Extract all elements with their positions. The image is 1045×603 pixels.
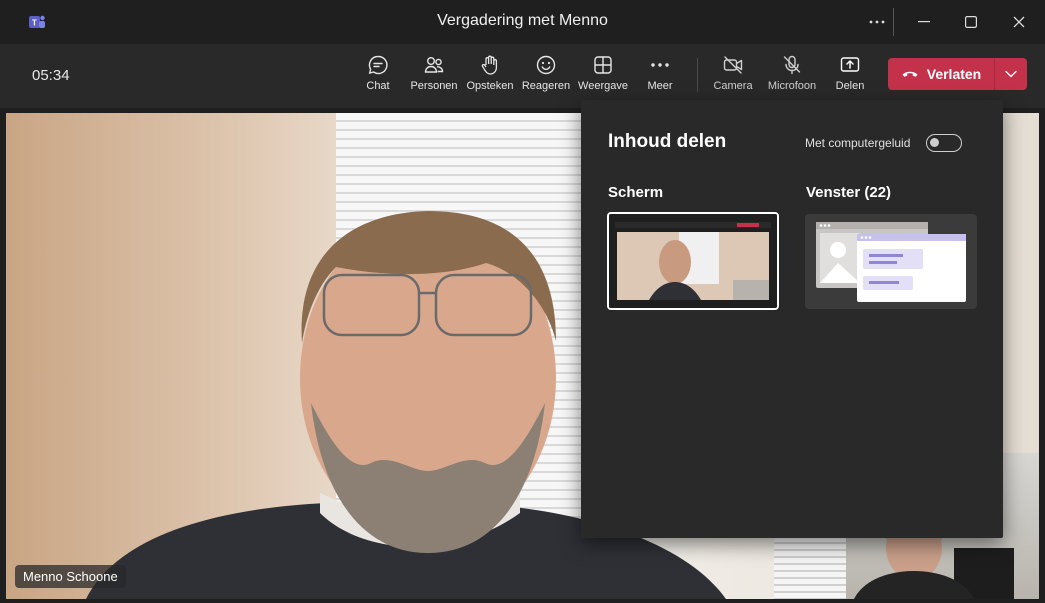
view-button[interactable]: Weergave [578, 54, 628, 104]
chat-icon [368, 55, 388, 75]
minimize-icon[interactable] [901, 0, 947, 44]
chevron-down-icon [1005, 70, 1017, 78]
computer-audio-label: Met computergeluid [805, 136, 911, 150]
raise-hand-icon [481, 55, 498, 75]
grid-icon [594, 56, 612, 74]
title-separator [893, 8, 894, 36]
more-label: Meer [647, 80, 673, 92]
view-label: Weergave [578, 80, 628, 92]
window-share-option[interactable] [805, 214, 977, 309]
leave-options-button[interactable] [995, 70, 1027, 78]
hang-up-icon [902, 71, 918, 77]
screen-section-label: Scherm [608, 184, 664, 201]
maximize-icon[interactable] [948, 0, 994, 44]
toggle-knob [930, 138, 939, 147]
screen-preview-image [609, 214, 777, 308]
meeting-timer: 05:34 [32, 67, 70, 84]
raise-hand-button[interactable]: Opsteken [466, 54, 514, 104]
people-label: Personen [410, 80, 458, 92]
chat-button[interactable]: Chat [362, 54, 394, 104]
computer-audio-toggle[interactable] [926, 134, 962, 152]
camera-button[interactable]: Camera [712, 54, 754, 104]
share-label: Delen [835, 80, 865, 92]
people-button[interactable]: Personen [410, 54, 458, 104]
window-illustration-icon [816, 222, 966, 302]
screen-share-option[interactable] [607, 212, 779, 310]
share-icon [840, 57, 860, 72]
window-section-label: Venster (22) [806, 184, 892, 201]
close-icon[interactable] [996, 0, 1042, 44]
mic-off-icon [783, 55, 801, 75]
camera-off-icon [723, 56, 743, 74]
share-panel-title: Inhoud delen [608, 131, 727, 152]
participant-name-tag: Menno Schoone [15, 565, 126, 588]
people-icon [424, 57, 444, 73]
more-icon [651, 63, 669, 67]
more-button[interactable]: Meer [644, 54, 676, 104]
raise-hand-label: Opsteken [466, 80, 514, 92]
smiley-icon [536, 55, 556, 75]
microphone-label: Microfoon [767, 80, 817, 92]
leave-button[interactable]: Verlaten [888, 58, 1027, 90]
leave-label: Verlaten [926, 66, 982, 82]
share-content-panel: Inhoud delen Met computergeluid Scherm V… [581, 100, 1003, 538]
react-label: Reageren [521, 80, 571, 92]
share-button[interactable]: Delen [828, 54, 872, 108]
chat-label: Chat [366, 80, 390, 92]
microphone-button[interactable]: Microfoon [765, 54, 819, 104]
meeting-toolbar: 05:34 Chat Personen Opsteken Reageren We… [0, 44, 1045, 108]
camera-label: Camera [713, 80, 753, 92]
leave-main-button[interactable]: Verlaten [888, 65, 994, 83]
title-bar: T Vergadering met Menno [0, 0, 1045, 44]
react-button[interactable]: Reageren [522, 54, 570, 104]
toolbar-separator [697, 58, 698, 92]
